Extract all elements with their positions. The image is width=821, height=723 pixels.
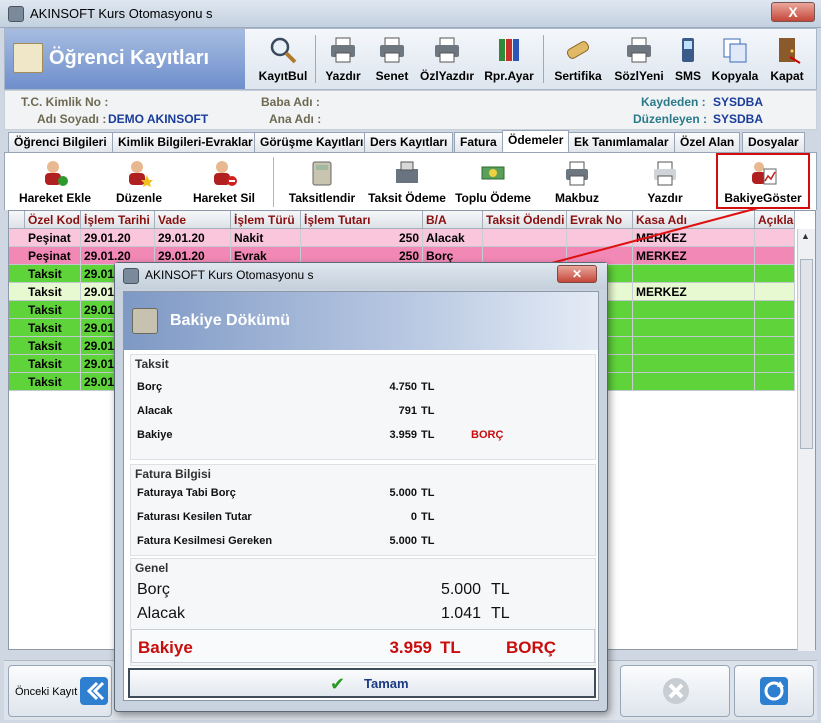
row-label: Faturası Kesilen Tutar bbox=[137, 511, 252, 523]
row-value: 5.000 bbox=[440, 581, 481, 598]
genel-group: Genel Borç 5.000 TL Alacak 1.041 TL Baki… bbox=[130, 558, 596, 666]
row-label: Faturaya Tabi Borç bbox=[137, 487, 236, 499]
row-value: 791 bbox=[398, 405, 417, 417]
dialog-heading-panel: Bakiye Dökümü bbox=[124, 292, 598, 350]
row-label: Bakiye bbox=[137, 429, 173, 441]
row-value: 5.000 bbox=[389, 535, 417, 547]
row-label: Alacak bbox=[137, 605, 186, 622]
unit: TL bbox=[421, 487, 435, 499]
row-label: Alacak bbox=[137, 405, 173, 417]
unit: TL bbox=[421, 405, 435, 417]
ok-label: Tamam bbox=[364, 676, 409, 691]
row-value: 5.000 bbox=[389, 487, 417, 499]
dialog-heading: Bakiye Dökümü bbox=[170, 312, 291, 329]
dialog-titlebar: AKINSOFT Kurs Otomasyonu s ✕ bbox=[115, 263, 607, 289]
group-label: Genel bbox=[135, 561, 169, 575]
fatura-group: Fatura Bilgisi Faturaya Tabi Borç 5.000 … bbox=[130, 464, 596, 556]
balance-dialog: AKINSOFT Kurs Otomasyonu s ✕ Bakiye Dökü… bbox=[114, 262, 608, 712]
dialog-close-button[interactable]: ✕ bbox=[557, 265, 597, 283]
group-label: Taksit bbox=[135, 357, 169, 371]
checkmark-icon: ✔ bbox=[330, 674, 346, 694]
app-icon bbox=[123, 268, 139, 284]
unit: TL bbox=[421, 429, 435, 441]
ok-button[interactable]: ✔ Tamam bbox=[128, 668, 596, 698]
dialog-body: Bakiye Dökümü Taksit Borç 4.750 TL Alaca… bbox=[123, 291, 599, 701]
row-label: Fatura Kesilmesi Gereken bbox=[137, 535, 273, 547]
unit: TL bbox=[491, 605, 510, 622]
balance-type: BORÇ bbox=[471, 429, 504, 441]
group-label: Fatura Bilgisi bbox=[135, 467, 212, 481]
taksit-group: Taksit Borç 4.750 TL Alacak 791 TL Bakiy… bbox=[130, 354, 596, 460]
row-label: Borç bbox=[137, 381, 163, 393]
total-type: BORÇ bbox=[506, 638, 557, 657]
row-value: 0 bbox=[410, 511, 417, 523]
total-balance-row: Bakiye 3.959 TL BORÇ bbox=[131, 629, 595, 663]
unit: TL bbox=[421, 511, 435, 523]
total-label: Bakiye bbox=[138, 638, 193, 657]
row-value: 1.041 bbox=[440, 605, 481, 622]
row-value: 4.750 bbox=[389, 381, 417, 393]
row-value: 3.959 bbox=[389, 429, 417, 441]
row-label: Borç bbox=[137, 581, 170, 598]
total-value: 3.959 bbox=[389, 638, 432, 657]
unit: TL bbox=[421, 535, 435, 547]
unit: TL bbox=[421, 381, 435, 393]
unit: TL bbox=[491, 581, 510, 598]
unit: TL bbox=[440, 638, 461, 657]
calculator-icon bbox=[132, 308, 158, 334]
dialog-title: AKINSOFT Kurs Otomasyonu s bbox=[145, 268, 314, 282]
